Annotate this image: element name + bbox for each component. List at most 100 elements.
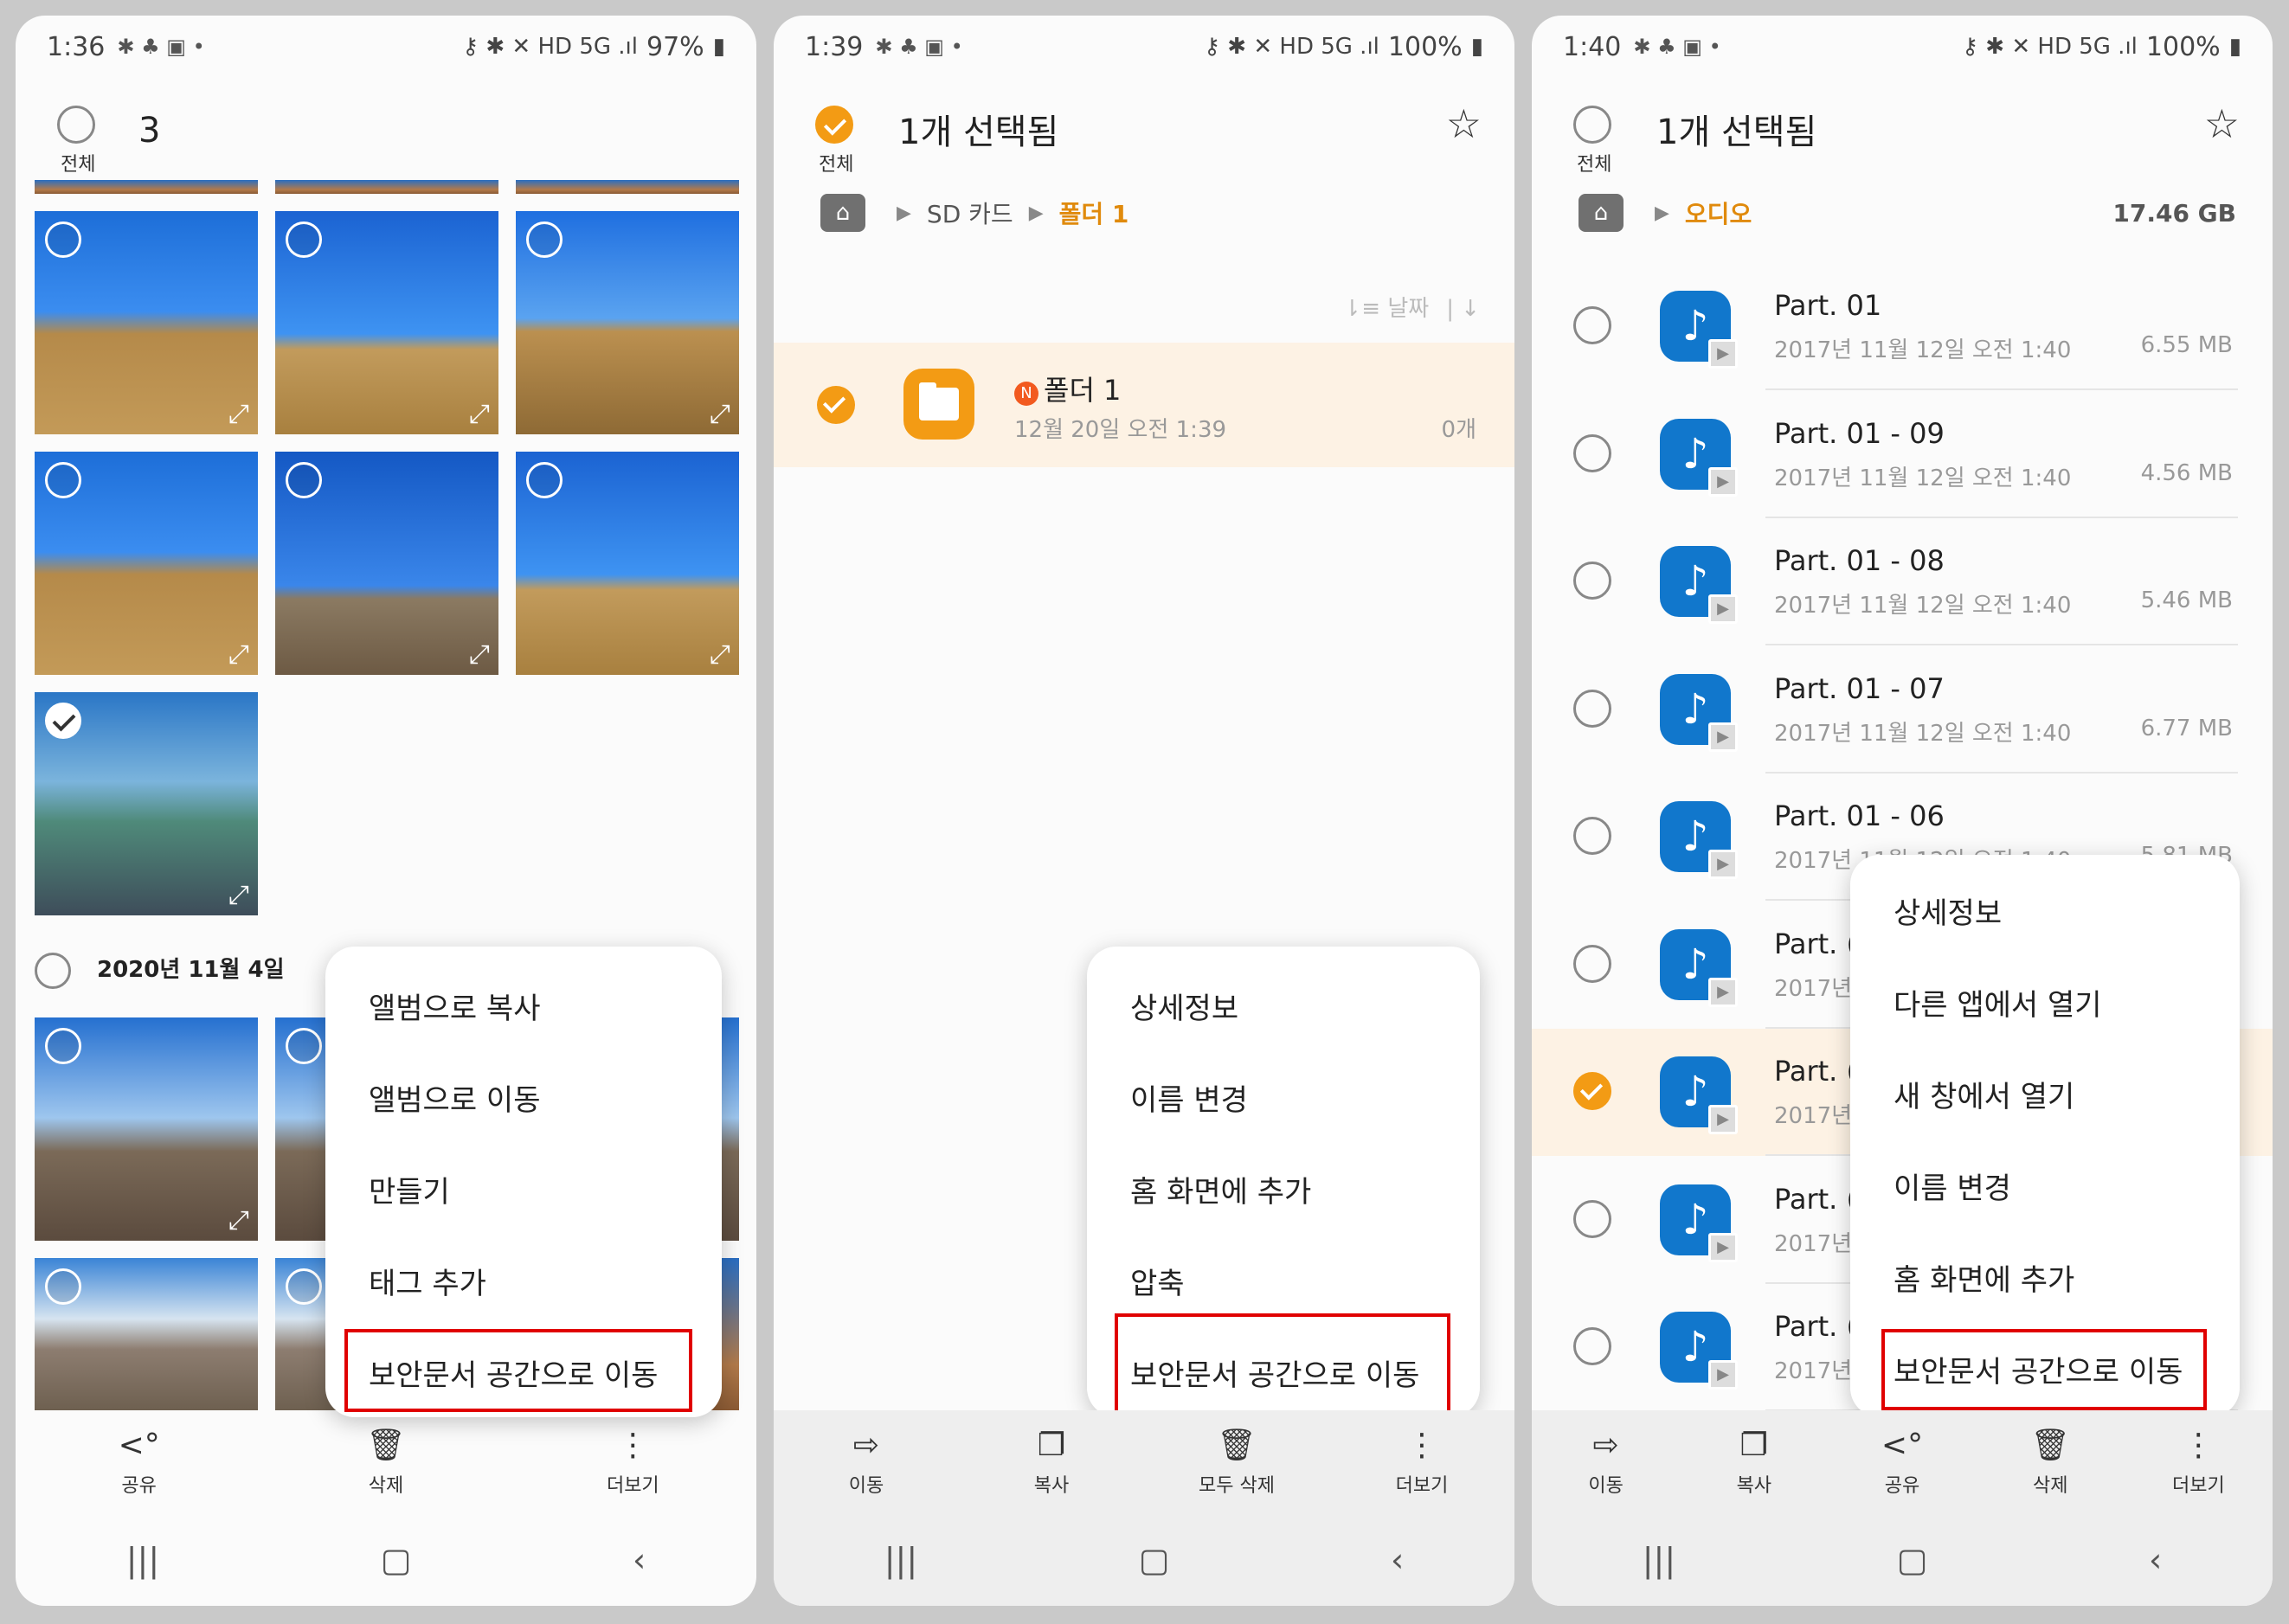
menu-item-add-to-home[interactable]: 홈 화면에 추가 — [1894, 1256, 2074, 1299]
item-checkbox[interactable] — [1573, 306, 1611, 344]
home-folder-icon[interactable]: ⌂ — [820, 194, 865, 232]
list-item-selected[interactable]: N 폴더 1 12월 20일 오전 1:39 0개 — [774, 343, 1514, 467]
breadcrumb-parent[interactable]: SD 카드 — [927, 196, 1013, 230]
list-item[interactable]: ♪ ▶ Part. 01 - 07 2017년 11월 12일 오전 1:40 6.77… — [1532, 646, 2273, 773]
share-button[interactable]: <° 공유 — [1828, 1427, 1976, 1498]
item-checkbox[interactable] — [1573, 562, 1611, 600]
date-group-checkbox[interactable] — [35, 952, 71, 989]
photo-thumbnail[interactable] — [35, 1258, 258, 1410]
home-icon[interactable]: ▢ — [381, 1541, 412, 1579]
expand-icon[interactable]: ⤢ — [469, 399, 490, 429]
recents-icon[interactable]: ||| — [126, 1541, 159, 1579]
menu-item-open-new-window[interactable]: 새 창에서 열기 — [1894, 1073, 2074, 1115]
item-checkbox[interactable] — [1573, 944, 1611, 983]
menu-item-compress[interactable]: 압축 — [1130, 1260, 1185, 1302]
notification-icons: ✱ ♣ ▣ • — [875, 35, 963, 59]
photo-thumbnail[interactable]: ⤢ — [275, 211, 498, 434]
photo-thumbnail[interactable]: ⤢ — [35, 211, 258, 434]
expand-icon[interactable]: ⤢ — [469, 639, 490, 670]
item-checkbox[interactable] — [1573, 1327, 1611, 1365]
menu-item-details[interactable]: 상세정보 — [1130, 985, 1238, 1027]
copy-button[interactable]: ❐ 복사 — [1680, 1427, 1828, 1498]
photo-thumbnail[interactable]: ⤢ — [516, 211, 739, 434]
expand-icon[interactable]: ⤢ — [710, 399, 730, 429]
play-badge-icon: ▶ — [1708, 339, 1738, 369]
copy-button[interactable]: ❐ 복사 — [959, 1427, 1144, 1498]
item-checkbox-checked[interactable] — [817, 386, 855, 424]
home-folder-icon[interactable]: ⌂ — [1579, 194, 1624, 232]
photo-thumbnail[interactable]: ⤢ — [35, 1017, 258, 1241]
move-button[interactable]: ⇨ 이동 — [1532, 1427, 1680, 1498]
menu-item-move-to-album[interactable]: 앨범으로 이동 — [369, 1076, 541, 1119]
select-all-checkbox[interactable] — [57, 106, 95, 144]
share-button[interactable]: <° 공유 — [16, 1427, 262, 1498]
delete-button[interactable]: 🗑 삭제 — [262, 1427, 509, 1498]
delete-all-label: 모두 삭제 — [1199, 1475, 1275, 1497]
more-button[interactable]: ⋮ 더보기 — [2125, 1427, 2273, 1498]
list-item[interactable]: ♪ ▶ Part. 01 - 08 2017년 11월 12일 오전 1:40 5.46… — [1532, 518, 2273, 645]
photo-select-checkbox[interactable] — [286, 1028, 322, 1064]
breadcrumb-current[interactable]: 오디오 — [1685, 196, 1752, 230]
star-icon[interactable]: ☆ — [1446, 100, 1482, 147]
photo-thumbnail-selected[interactable]: ⤢ — [35, 692, 258, 915]
delete-button[interactable]: 🗑 삭제 — [1977, 1427, 2125, 1498]
file-date: 2017년 — [1774, 1230, 1853, 1257]
select-all-label: 전체 — [61, 154, 96, 176]
photo-select-checkbox[interactable] — [45, 462, 81, 498]
photo-select-checkbox[interactable] — [286, 221, 322, 258]
menu-item-create[interactable]: 만들기 — [369, 1168, 450, 1210]
menu-item-rename[interactable]: 이름 변경 — [1894, 1165, 2011, 1207]
recents-icon[interactable]: ||| — [1643, 1541, 1675, 1579]
delete-all-button[interactable]: 🗑 모두 삭제 — [1144, 1427, 1329, 1498]
menu-item-copy-to-album[interactable]: 앨범으로 복사 — [369, 985, 541, 1027]
sort-control[interactable]: ⇂≡ 날짜 | ↓ — [1343, 291, 1481, 323]
photo-thumbnail[interactable]: ⤢ — [35, 452, 258, 675]
photo-select-checkbox[interactable] — [45, 1268, 81, 1305]
home-icon[interactable]: ▢ — [1897, 1541, 1928, 1579]
move-icon: ⇨ — [852, 1428, 880, 1463]
sort-icon: ⇂≡ — [1342, 296, 1388, 322]
photo-select-checkbox-checked[interactable] — [45, 703, 81, 739]
photo-thumbnail[interactable]: ⤢ — [516, 452, 739, 675]
menu-item-details[interactable]: 상세정보 — [1894, 889, 2002, 932]
photo-thumbnail[interactable]: ⤢ — [275, 452, 498, 675]
breadcrumb-current[interactable]: 폴더 1 — [1059, 196, 1129, 230]
photo-select-checkbox[interactable] — [45, 221, 81, 258]
more-button[interactable]: ⋮ 더보기 — [1329, 1427, 1514, 1498]
list-item[interactable]: ♪ ▶ Part. 01 - 09 2017년 11월 12일 오전 1:40 4.56… — [1532, 391, 2273, 518]
expand-icon[interactable]: ⤢ — [228, 639, 249, 670]
sort-direction-icon[interactable]: | ↓ — [1446, 296, 1480, 322]
item-checkbox[interactable] — [1573, 689, 1611, 728]
music-note-icon: ♪ ▶ — [1660, 418, 1738, 497]
expand-icon[interactable]: ⤢ — [228, 399, 249, 429]
recents-icon[interactable]: ||| — [884, 1541, 917, 1579]
photo-select-checkbox[interactable] — [286, 1268, 322, 1305]
play-badge-icon: ▶ — [1708, 1105, 1738, 1134]
back-icon[interactable]: ‹ — [633, 1541, 646, 1579]
photo-select-checkbox[interactable] — [526, 462, 563, 498]
star-icon[interactable]: ☆ — [2204, 100, 2240, 147]
home-icon[interactable]: ▢ — [1139, 1541, 1170, 1579]
back-icon[interactable]: ‹ — [2149, 1541, 2162, 1579]
photo-select-checkbox[interactable] — [45, 1028, 81, 1064]
photo-select-checkbox[interactable] — [286, 462, 322, 498]
item-checkbox[interactable] — [1573, 1072, 1611, 1110]
back-icon[interactable]: ‹ — [1391, 1541, 1404, 1579]
menu-item-open-with[interactable]: 다른 앱에서 열기 — [1894, 981, 2102, 1024]
expand-icon[interactable]: ⤢ — [228, 880, 249, 910]
menu-item-add-to-home[interactable]: 홈 화면에 추가 — [1130, 1168, 1311, 1210]
item-checkbox[interactable] — [1573, 817, 1611, 855]
expand-icon[interactable]: ⤢ — [228, 1205, 249, 1236]
item-checkbox[interactable] — [1573, 1199, 1611, 1238]
move-button[interactable]: ⇨ 이동 — [774, 1427, 959, 1498]
signal-icons: ⚷ ✱ ✕ HD 5G .ıl — [1203, 34, 1379, 60]
more-button[interactable]: ⋮ 더보기 — [510, 1427, 756, 1498]
photo-select-checkbox[interactable] — [526, 221, 563, 258]
expand-icon[interactable]: ⤢ — [710, 639, 730, 670]
menu-item-rename[interactable]: 이름 변경 — [1130, 1076, 1248, 1119]
select-all-checkbox[interactable] — [1573, 106, 1611, 144]
menu-item-add-tag[interactable]: 태그 추가 — [369, 1260, 486, 1302]
select-all-checkbox-checked[interactable] — [815, 106, 853, 144]
item-checkbox[interactable] — [1573, 433, 1611, 472]
list-item[interactable]: ♪ ▶ Part. 01 2017년 11월 12일 오전 1:40 6.55 MB — [1532, 263, 2273, 390]
